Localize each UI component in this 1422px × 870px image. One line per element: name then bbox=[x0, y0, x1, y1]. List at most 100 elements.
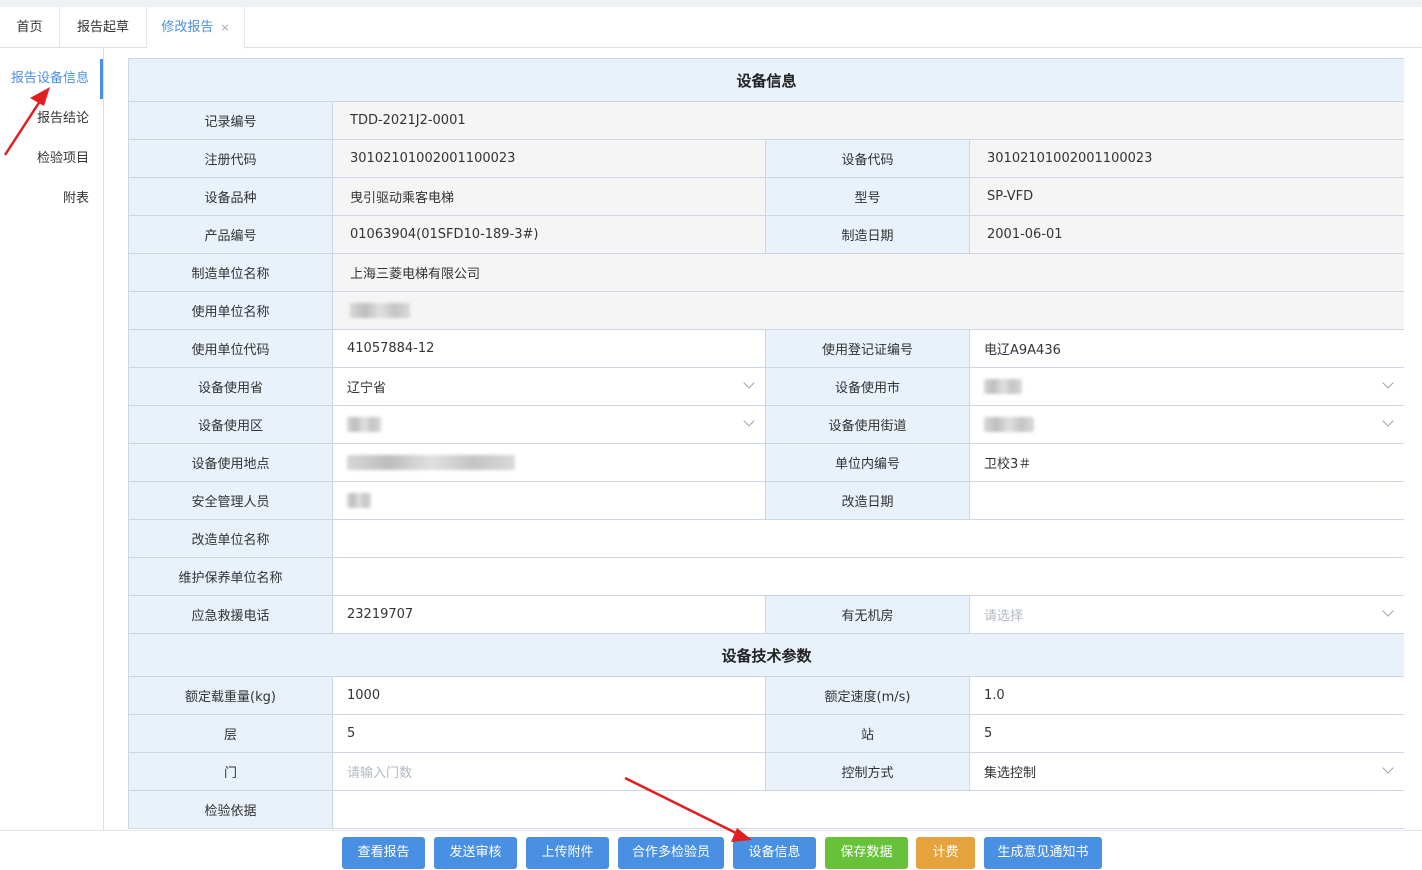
label-user-unit: 使用单位名称 bbox=[128, 291, 333, 330]
floors-input[interactable]: 5 bbox=[332, 714, 766, 753]
device-info-form: 设备信息 记录编号 TDD-2021J2-0001 注册代码 301021010… bbox=[128, 58, 1404, 830]
mfg-date-field: 2001-06-01 bbox=[968, 215, 1404, 254]
label-internal-no: 单位内编号 bbox=[765, 443, 970, 482]
chevron-down-icon bbox=[1382, 415, 1394, 427]
redacted-text bbox=[984, 417, 1034, 432]
user-code-input[interactable]: 41057884-12 bbox=[332, 329, 766, 368]
label-district: 设备使用区 bbox=[128, 405, 333, 444]
stations-input[interactable]: 5 bbox=[968, 714, 1404, 753]
label-maint-unit: 维护保养单位名称 bbox=[128, 557, 333, 596]
view-report-button[interactable]: 查看报告 bbox=[342, 837, 425, 869]
cooperate-inspectors-button[interactable]: 合作多检验员 bbox=[618, 837, 724, 869]
district-select[interactable] bbox=[332, 405, 766, 444]
model-field: SP-VFD bbox=[968, 177, 1404, 216]
label-floors: 层 bbox=[128, 714, 333, 753]
device-code-field: 30102101002001100023 bbox=[968, 139, 1404, 178]
tab-home-label: 首页 bbox=[16, 20, 43, 35]
chevron-down-icon bbox=[743, 415, 755, 427]
label-reg-code: 注册代码 bbox=[128, 139, 333, 178]
label-model: 型号 bbox=[765, 177, 970, 216]
redacted-text bbox=[347, 417, 381, 432]
user-unit-field bbox=[331, 291, 1404, 330]
record-no-field: TDD-2021J2-0001 bbox=[331, 101, 1404, 140]
maker-field: 上海三菱电梯有限公司 bbox=[331, 253, 1404, 292]
redacted-text bbox=[347, 455, 515, 470]
reg-code-field: 30102101002001100023 bbox=[332, 139, 766, 178]
label-reg-cert: 使用登记证编号 bbox=[765, 329, 970, 368]
tab-edit-report-label: 修改报告 bbox=[161, 20, 214, 35]
close-icon[interactable]: × bbox=[220, 21, 229, 34]
machine-room-placeholder: 请选择 bbox=[984, 609, 1024, 624]
control-value: 集选控制 bbox=[984, 766, 1037, 781]
label-doors: 门 bbox=[128, 752, 333, 791]
safety-mgr-input[interactable] bbox=[332, 481, 766, 520]
chevron-down-icon bbox=[1382, 377, 1394, 389]
label-mod-unit: 改造单位名称 bbox=[128, 519, 333, 558]
label-variety: 设备品种 bbox=[128, 177, 333, 216]
upload-attachment-button[interactable]: 上传附件 bbox=[526, 837, 609, 869]
send-review-button[interactable]: 发送审核 bbox=[434, 837, 517, 869]
side-nav: 报告设备信息 报告结论 检验项目 附表 bbox=[0, 48, 104, 830]
label-user-code: 使用单位代码 bbox=[128, 329, 333, 368]
machine-room-select[interactable]: 请选择 bbox=[968, 595, 1404, 634]
device-info-button[interactable]: 设备信息 bbox=[733, 837, 816, 869]
city-select[interactable] bbox=[968, 367, 1404, 406]
section-title-device-info: 设备信息 bbox=[128, 58, 1404, 102]
mod-date-input[interactable] bbox=[968, 481, 1404, 520]
chevron-down-icon bbox=[1382, 605, 1394, 617]
rated-speed-input[interactable]: 1.0 bbox=[968, 676, 1404, 715]
label-rated-speed: 额定速度(m/s) bbox=[765, 676, 970, 715]
tab-home[interactable]: 首页 bbox=[0, 7, 60, 48]
maint-unit-input[interactable] bbox=[331, 557, 1404, 596]
label-device-code: 设备代码 bbox=[765, 139, 970, 178]
product-no-field: 01063904(01SFD10-189-3#) bbox=[332, 215, 766, 254]
label-maker: 制造单位名称 bbox=[128, 253, 333, 292]
label-location: 设备使用地点 bbox=[128, 443, 333, 482]
action-bar: 查看报告 发送审核 上传附件 合作多检验员 设备信息 保存数据 计费 生成意见通… bbox=[0, 830, 1422, 870]
mod-unit-input[interactable] bbox=[331, 519, 1404, 558]
redacted-text bbox=[984, 379, 1022, 394]
sidenav-item-inspection-items[interactable]: 检验项目 bbox=[37, 139, 89, 179]
reg-cert-input[interactable]: 电辽A9A436 bbox=[968, 329, 1404, 368]
label-street: 设备使用街道 bbox=[765, 405, 970, 444]
label-safety-mgr: 安全管理人员 bbox=[128, 481, 333, 520]
label-city: 设备使用市 bbox=[765, 367, 970, 406]
active-indicator bbox=[100, 59, 103, 99]
save-data-button[interactable]: 保存数据 bbox=[825, 837, 908, 869]
variety-field: 曳引驱动乘客电梯 bbox=[332, 177, 766, 216]
label-control: 控制方式 bbox=[765, 752, 970, 791]
province-value: 辽宁省 bbox=[347, 381, 387, 396]
doors-input[interactable]: 请输入门数 bbox=[332, 752, 766, 791]
label-stations: 站 bbox=[765, 714, 970, 753]
form-table: 设备信息 记录编号 TDD-2021J2-0001 注册代码 301021010… bbox=[128, 58, 1404, 829]
top-strip bbox=[0, 0, 1422, 7]
label-basis: 检验依据 bbox=[128, 790, 333, 829]
tab-bar: 首页 报告起草 修改报告 × bbox=[0, 7, 1422, 49]
internal-no-input[interactable]: 卫校3＃ bbox=[968, 443, 1404, 482]
chevron-down-icon bbox=[743, 377, 755, 389]
emergency-phone-input[interactable]: 23219707 bbox=[332, 595, 766, 634]
label-province: 设备使用省 bbox=[128, 367, 333, 406]
street-select[interactable] bbox=[968, 405, 1404, 444]
tab-edit-report[interactable]: 修改报告 × bbox=[147, 7, 245, 49]
location-input[interactable] bbox=[332, 443, 766, 482]
control-select[interactable]: 集选控制 bbox=[968, 752, 1404, 791]
section-title-tech-params: 设备技术参数 bbox=[128, 633, 1404, 677]
label-machine-room: 有无机房 bbox=[765, 595, 970, 634]
label-mfg-date: 制造日期 bbox=[765, 215, 970, 254]
province-select[interactable]: 辽宁省 bbox=[332, 367, 766, 406]
tab-report-draft[interactable]: 报告起草 bbox=[60, 7, 147, 48]
redacted-text bbox=[347, 493, 371, 508]
generate-notice-button[interactable]: 生成意见通知书 bbox=[984, 837, 1102, 869]
label-record-no: 记录编号 bbox=[128, 101, 333, 140]
billing-button[interactable]: 计费 bbox=[916, 837, 975, 869]
basis-input[interactable] bbox=[331, 790, 1404, 829]
label-mod-date: 改造日期 bbox=[765, 481, 970, 520]
sidenav-item-conclusion[interactable]: 报告结论 bbox=[37, 99, 89, 139]
chevron-down-icon bbox=[1382, 762, 1394, 774]
redacted-text bbox=[350, 303, 410, 318]
sidenav-item-attachments[interactable]: 附表 bbox=[63, 179, 89, 219]
sidenav-item-device-info[interactable]: 报告设备信息 bbox=[11, 59, 89, 99]
label-product-no: 产品编号 bbox=[128, 215, 333, 254]
rated-load-input[interactable]: 1000 bbox=[332, 676, 766, 715]
